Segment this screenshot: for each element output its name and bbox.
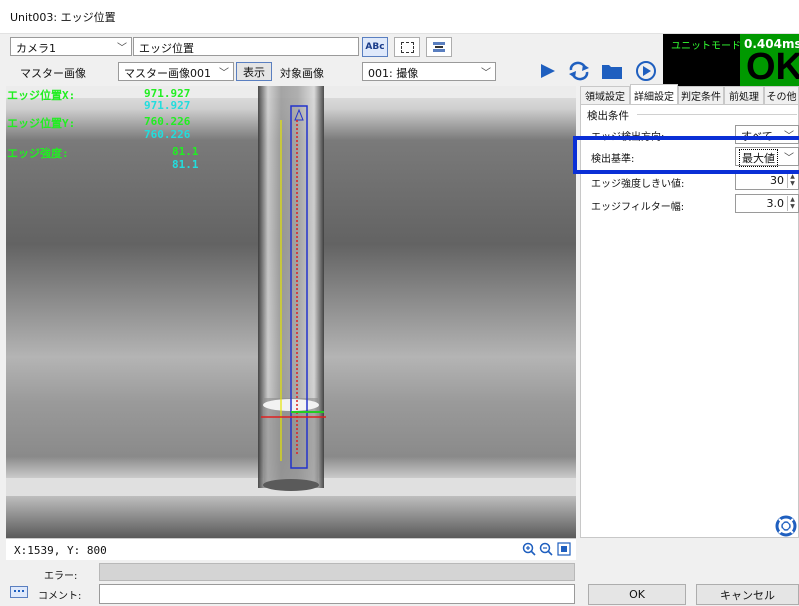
- camera-select[interactable]: カメラ1 ﹀: [10, 37, 132, 56]
- tab-region-settings[interactable]: 領域設定: [580, 86, 630, 104]
- detection-conditions-title: 検出条件: [587, 110, 629, 122]
- ok-button[interactable]: OK: [588, 584, 686, 605]
- play-icon: [541, 64, 555, 78]
- help-button[interactable]: [775, 515, 797, 537]
- master-image-value: マスター画像001: [124, 67, 211, 80]
- unit-mode-label: ユニットモード: [671, 41, 741, 52]
- judgement-result: OK: [746, 46, 799, 88]
- edge-threshold-value: 30: [770, 174, 784, 187]
- status-bar: X:1539, Y: 800: [6, 538, 576, 560]
- tab-judgement-conditions[interactable]: 判定条件: [678, 86, 724, 104]
- highlight-box: [573, 136, 799, 174]
- fit-view-button[interactable]: [557, 542, 571, 556]
- circle-play-icon: [636, 61, 656, 81]
- align-tool-button[interactable]: [426, 37, 452, 57]
- folder-icon: [602, 65, 622, 79]
- spin-arrows-icon[interactable]: ▲ ▼: [787, 196, 797, 211]
- repeat-icon: [569, 61, 589, 81]
- chevron-down-icon: ﹀: [219, 68, 229, 79]
- camera-select-value: カメラ1: [16, 42, 56, 55]
- edge-strength-value: 81.1: [172, 145, 199, 158]
- cursor-coordinates: X:1539, Y: 800: [14, 544, 107, 557]
- dashed-rectangle-icon: [400, 41, 414, 53]
- edge-x-label: エッジ位置X:: [7, 89, 76, 102]
- chevron-down-icon: ﹀: [481, 68, 491, 79]
- error-field: [99, 563, 575, 581]
- edge-strength-label: エッジ強度:: [7, 147, 69, 160]
- text-tool-button[interactable]: ABc: [362, 37, 388, 57]
- tab-preprocessing[interactable]: 前処理: [724, 86, 764, 104]
- region-tool-button[interactable]: [394, 37, 420, 57]
- cancel-button[interactable]: キャンセル: [696, 584, 799, 605]
- text-abc-icon: ABc: [365, 42, 385, 52]
- tab-other[interactable]: その他: [764, 86, 799, 104]
- group-divider: [637, 114, 797, 115]
- tool-name-input[interactable]: エッジ位置: [133, 37, 359, 56]
- keyboard-button[interactable]: [10, 586, 28, 598]
- master-image-select[interactable]: マスター画像001 ﹀: [118, 62, 234, 81]
- camera-image: [6, 86, 576, 538]
- target-image-value: 001: 撮像: [368, 67, 419, 80]
- run-button[interactable]: [538, 60, 558, 82]
- edge-x-value-master: 971.927: [144, 99, 191, 112]
- title-bar: Unit003: エッジ位置: [0, 0, 799, 34]
- window-title: Unit003: エッジ位置: [10, 11, 116, 24]
- zoom-in-icon: [522, 542, 536, 556]
- step-button[interactable]: [634, 59, 658, 83]
- edge-threshold-label: エッジ強度しきい値:: [591, 179, 685, 190]
- target-image-label: 対象画像: [280, 67, 324, 80]
- fit-screen-icon: [557, 542, 571, 556]
- zoom-out-button[interactable]: [539, 542, 553, 556]
- keyboard-icon: [14, 590, 24, 594]
- spin-arrows-icon[interactable]: ▲ ▼: [787, 173, 797, 188]
- edge-filter-width-spinner[interactable]: 3.0 ▲ ▼: [735, 194, 799, 213]
- edge-y-label: エッジ位置Y:: [7, 117, 76, 130]
- chevron-down-icon: ﹀: [117, 43, 127, 54]
- edge-filter-width-value: 3.0: [766, 197, 785, 210]
- edge-y-value-master: 760.226: [144, 128, 191, 141]
- lifebuoy-icon: [775, 515, 797, 537]
- zoom-out-icon: [539, 542, 553, 556]
- target-image-select[interactable]: 001: 撮像 ﹀: [362, 62, 496, 81]
- edge-y-value: 760.226: [144, 115, 191, 128]
- repeat-button[interactable]: [567, 60, 591, 82]
- zoom-in-button[interactable]: [522, 542, 536, 556]
- master-image-label: マスター画像: [20, 67, 86, 80]
- show-button[interactable]: 表示: [236, 62, 272, 81]
- align-icon: [433, 42, 445, 52]
- comment-label: コメント:: [38, 591, 82, 602]
- image-viewer[interactable]: エッジ位置X: 971.927 971.927 エッジ位置Y: 760.226 …: [6, 86, 576, 538]
- error-label: エラー:: [44, 571, 78, 582]
- tool-name-value: エッジ位置: [139, 42, 194, 55]
- edge-strength-value-master: 81.1: [172, 158, 199, 171]
- tab-detail-settings[interactable]: 詳細設定: [630, 84, 678, 105]
- edge-filter-width-label: エッジフィルター幅:: [591, 202, 685, 213]
- open-folder-button[interactable]: [600, 60, 624, 82]
- comment-input[interactable]: [99, 584, 575, 604]
